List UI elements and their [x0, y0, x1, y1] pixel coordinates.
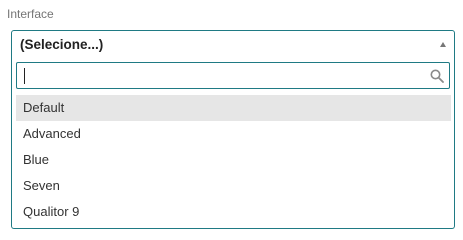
option-advanced[interactable]: Advanced: [16, 121, 451, 147]
search-box[interactable]: [16, 62, 450, 89]
options-list: Default Advanced Blue Seven Qualitor 9: [16, 95, 451, 225]
select-selected-value: (Selecione...): [20, 37, 104, 52]
text-cursor: [24, 68, 25, 84]
search-input[interactable]: [17, 63, 417, 88]
caret-up-icon: [440, 42, 446, 47]
field-label: Interface: [7, 7, 54, 21]
option-blue[interactable]: Blue: [16, 147, 451, 173]
option-seven[interactable]: Seven: [16, 173, 451, 199]
interface-select[interactable]: (Selecione...): [11, 30, 455, 58]
search-icon: [430, 69, 444, 83]
option-default[interactable]: Default: [16, 95, 451, 121]
select-dropdown: Default Advanced Blue Seven Qualitor 9: [11, 57, 455, 229]
option-qualitor-9[interactable]: Qualitor 9: [16, 199, 451, 225]
